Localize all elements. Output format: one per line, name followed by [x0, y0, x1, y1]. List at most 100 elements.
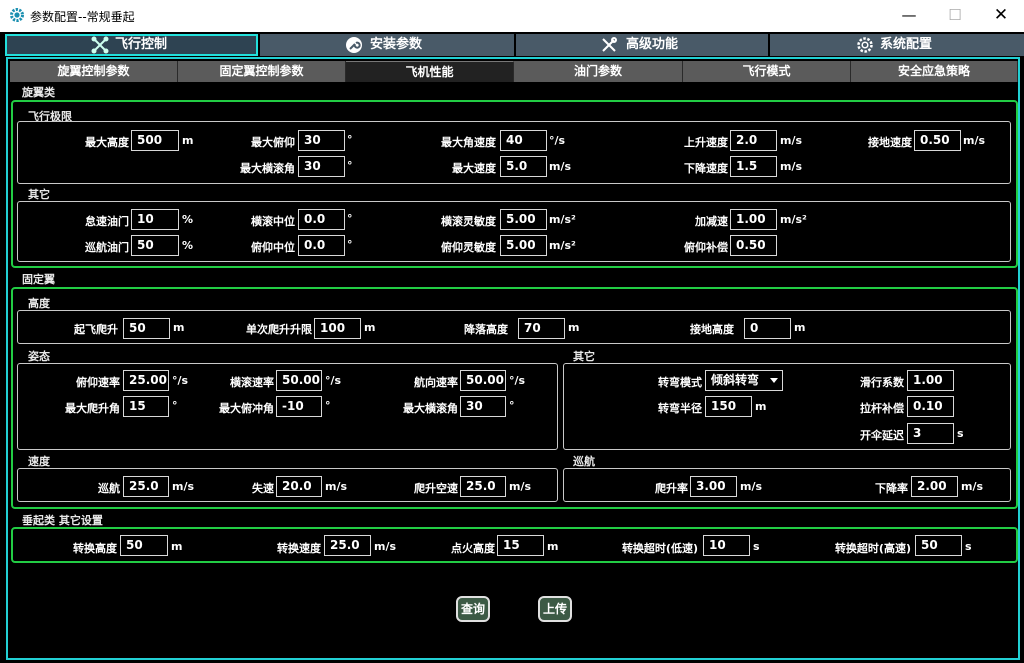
yaw-rate-input[interactable]: 50.00	[460, 370, 506, 391]
turn-mode-value: 倾斜转弯	[711, 373, 760, 387]
max-pitch-input[interactable]: 30	[298, 130, 345, 151]
climb-speed-label: 上升速度	[684, 136, 728, 149]
roll-rate-input[interactable]: 50.00	[276, 370, 322, 391]
transition-alt-input[interactable]: 50	[120, 535, 168, 556]
minimize-button[interactable]: —	[886, 0, 932, 32]
max-roll-input[interactable]: 30	[298, 156, 345, 177]
turn-radius-unit: m	[755, 400, 767, 413]
tab-install-params[interactable]: 安装参数	[260, 34, 514, 56]
glide-factor-label: 滑行系数	[860, 376, 904, 389]
subtab-flight-mode[interactable]: 飞行模式	[683, 61, 851, 82]
drone-icon	[91, 36, 109, 54]
max-speed-input[interactable]: 5.0	[500, 156, 547, 177]
timeout-high-unit: s	[965, 540, 972, 553]
timeout-high-input[interactable]: 50	[915, 535, 962, 556]
accel-label: 加减速	[695, 215, 728, 228]
stall-speed-unit: m/s	[325, 480, 348, 493]
ignition-alt-unit: m	[547, 540, 559, 553]
tab-label: 系统配置	[880, 37, 933, 52]
query-button[interactable]: 查询	[456, 596, 490, 622]
cruise-throttle-label: 巡航油门	[85, 241, 129, 254]
climb-rate-label: 爬升率	[655, 482, 688, 495]
title-bar: 参数配置--常规垂起 — ☐ ✕	[0, 0, 1024, 32]
ground-alt-input[interactable]: 0	[744, 318, 791, 339]
app-gear-icon	[10, 8, 24, 22]
stall-speed-label: 失速	[252, 482, 274, 495]
pitch-mid-input[interactable]: 0.0	[298, 235, 345, 256]
subtab-aircraft-performance[interactable]: 飞机性能	[346, 61, 514, 82]
upload-button[interactable]: 上传	[538, 596, 572, 622]
max-dive-angle-input[interactable]: -10	[276, 396, 322, 417]
step-climb-input[interactable]: 100	[314, 318, 361, 339]
climb-airspeed-input[interactable]: 25.0	[460, 476, 506, 497]
timeout-low-unit: s	[753, 540, 760, 553]
max-pitch-unit: °	[347, 133, 353, 146]
roll-sensitivity-label: 横滚灵敏度	[441, 215, 496, 228]
pull-compensation-label: 拉杆补偿	[860, 402, 904, 415]
glide-factor-input[interactable]: 1.00	[907, 370, 954, 391]
max-dive-angle-label: 最大俯冲角	[219, 402, 274, 415]
sink-rate-input[interactable]: 2.00	[911, 476, 958, 497]
tab-label: 高级功能	[626, 37, 679, 52]
roll-sensitivity-input[interactable]: 5.00	[500, 209, 547, 230]
pitch-rate-input[interactable]: 25.00	[123, 370, 169, 391]
wrench-circle-icon	[346, 37, 362, 53]
landing-speed-unit: m/s	[963, 134, 986, 147]
accel-input[interactable]: 1.00	[730, 209, 777, 230]
pitch-sensitivity-input[interactable]: 5.00	[500, 235, 547, 256]
takeoff-climb-label: 起飞爬升	[74, 323, 118, 336]
ground-alt-label: 接地高度	[690, 323, 734, 336]
climb-rate-unit: m/s	[740, 480, 763, 493]
descent-speed-input[interactable]: 1.5	[730, 156, 777, 177]
landing-alt-input[interactable]: 70	[518, 318, 565, 339]
climb-speed-unit: m/s	[780, 134, 803, 147]
max-angular-rate-input[interactable]: 40	[500, 130, 547, 151]
turn-mode-select[interactable]: 倾斜转弯	[705, 370, 783, 391]
roll-sensitivity-unit: m/s²	[549, 213, 576, 226]
subtab-safety[interactable]: 安全应急策略	[851, 61, 1018, 82]
transition-alt-unit: m	[171, 540, 183, 553]
ignition-alt-input[interactable]: 15	[497, 535, 544, 556]
turn-radius-input[interactable]: 150	[705, 396, 752, 417]
transition-alt-label: 转换高度	[73, 542, 117, 555]
subsection-title-rotor-other: 其它	[28, 188, 50, 201]
transition-speed-input[interactable]: 25.0	[324, 535, 371, 556]
max-dive-angle-unit: °	[325, 399, 331, 412]
roll-mid-label: 横滚中位	[251, 215, 295, 228]
subtab-throttle[interactable]: 油门参数	[514, 61, 683, 82]
close-button[interactable]: ✕	[978, 0, 1024, 32]
max-bank-angle-label: 最大横滚角	[403, 402, 458, 415]
chute-delay-input[interactable]: 3	[907, 423, 954, 444]
cruise-throttle-input[interactable]: 50	[131, 235, 179, 256]
timeout-low-input[interactable]: 10	[703, 535, 750, 556]
sink-rate-unit: m/s	[961, 480, 984, 493]
pull-compensation-input[interactable]: 0.10	[907, 396, 954, 417]
yaw-rate-label: 航向速率	[414, 376, 458, 389]
landing-speed-input[interactable]: 0.50	[914, 130, 961, 151]
chute-delay-label: 开伞延迟	[860, 429, 904, 442]
maximize-button[interactable]: ☐	[932, 0, 978, 32]
pitch-rate-label: 俯仰速率	[76, 376, 120, 389]
max-climb-angle-input[interactable]: 15	[123, 396, 169, 417]
roll-mid-input[interactable]: 0.0	[298, 209, 345, 230]
window-title: 参数配置--常规垂起	[30, 10, 135, 24]
takeoff-climb-input[interactable]: 50	[123, 318, 170, 339]
climb-speed-input[interactable]: 2.0	[730, 130, 777, 151]
subtab-rotor-control[interactable]: 旋翼控制参数	[10, 61, 178, 82]
max-roll-unit: °	[347, 159, 353, 172]
pitch-mid-unit: °	[347, 238, 353, 251]
max-alt-label: 最大高度	[85, 136, 129, 149]
max-bank-angle-input[interactable]: 30	[460, 396, 506, 417]
pitch-compensation-input[interactable]: 0.50	[730, 235, 777, 256]
tab-advanced[interactable]: 高级功能	[516, 34, 768, 56]
max-alt-input[interactable]: 500	[131, 130, 179, 151]
idle-throttle-input[interactable]: 10	[131, 209, 179, 230]
climb-rate-input[interactable]: 3.00	[690, 476, 737, 497]
subtab-fixedwing-control[interactable]: 固定翼控制参数	[178, 61, 346, 82]
cruise-speed-input[interactable]: 25.0	[123, 476, 169, 497]
tab-flight-control[interactable]: 飞行控制	[5, 34, 258, 56]
tab-system-config[interactable]: 系统配置	[770, 34, 1024, 56]
cruise-throttle-unit: %	[182, 239, 194, 252]
subsection-title-speed: 速度	[28, 455, 50, 468]
stall-speed-input[interactable]: 20.0	[276, 476, 322, 497]
